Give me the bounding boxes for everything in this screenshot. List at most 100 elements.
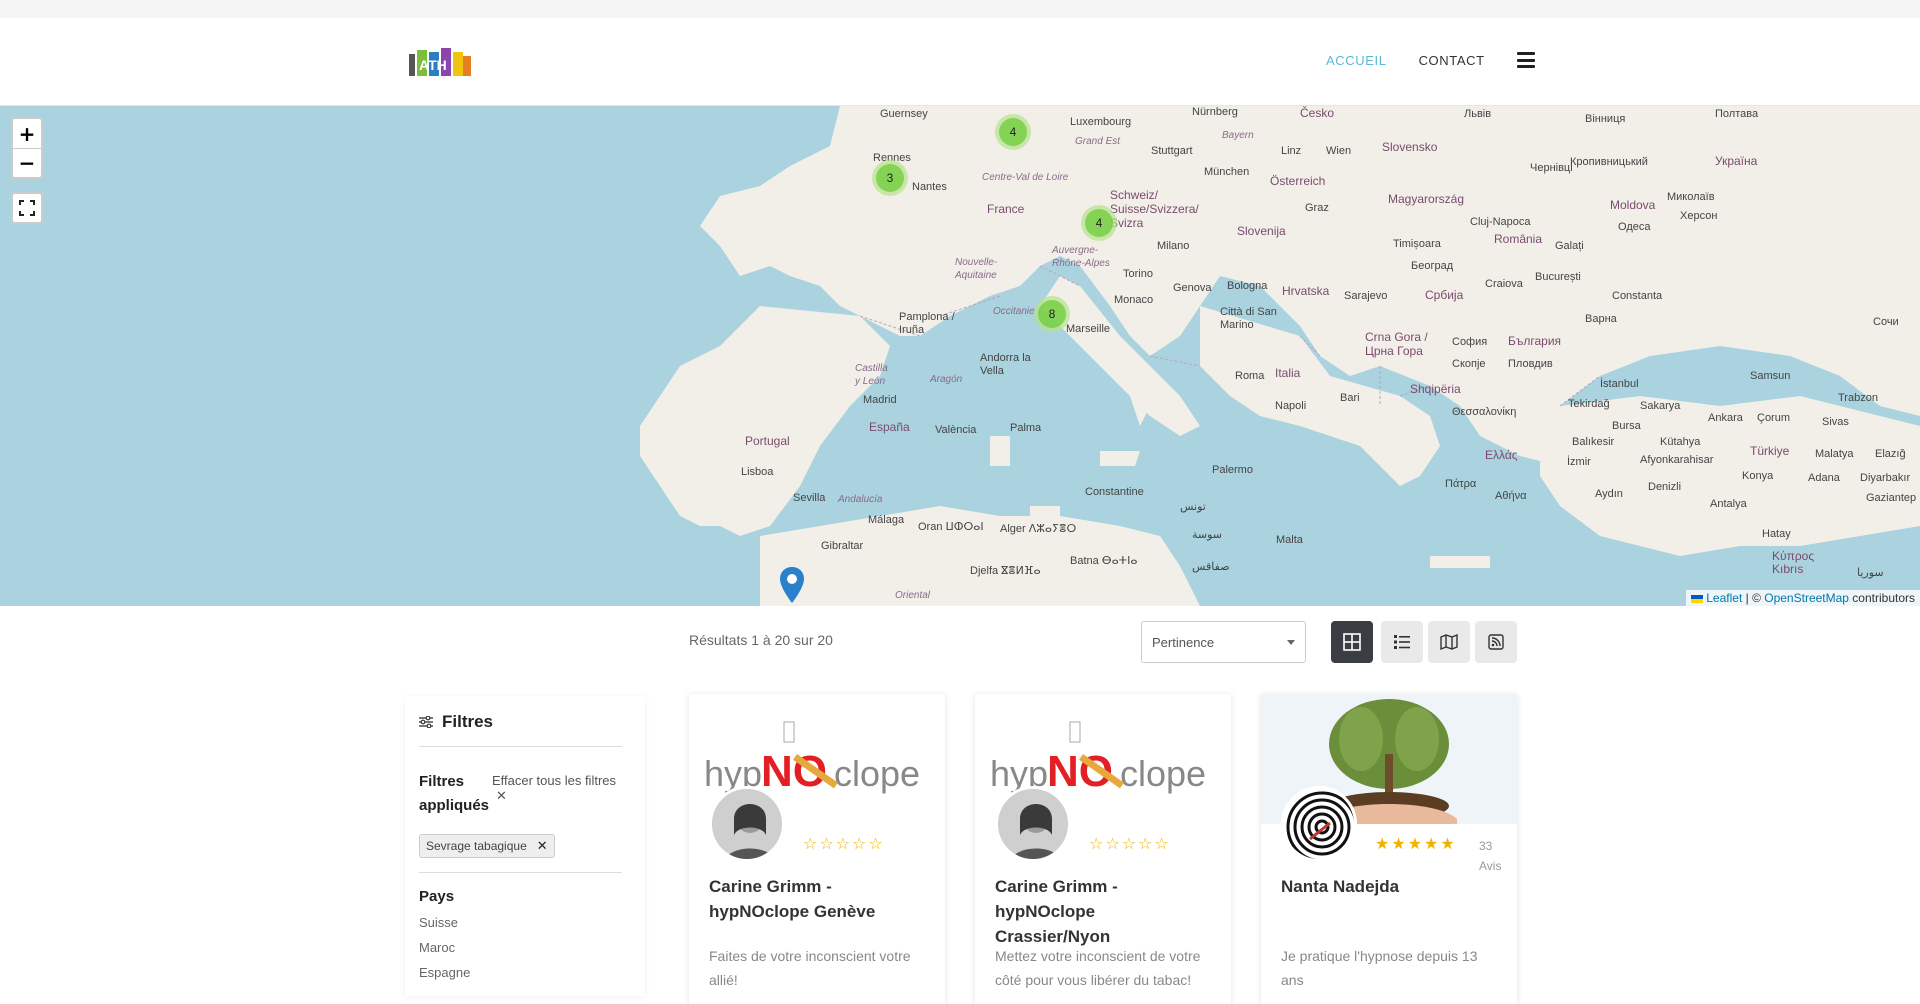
sort-select[interactable]: Pertinence xyxy=(1141,621,1306,663)
map-label: Málaga xyxy=(868,514,905,526)
country-filter-option[interactable]: Maroc xyxy=(419,940,622,955)
map-label: Batna ⴱⴰⵜⵏⴰ xyxy=(1070,555,1138,567)
map-view-button[interactable] xyxy=(1428,621,1470,663)
map-label: Luxembourg xyxy=(1070,116,1132,128)
map-label: Bayern xyxy=(1222,130,1254,141)
grid-view-button[interactable] xyxy=(1331,621,1373,663)
map-label: Полтава xyxy=(1715,108,1759,120)
top-strip xyxy=(0,0,1920,18)
map-label: Wien xyxy=(1326,145,1352,157)
map-label: Чернівці xyxy=(1530,162,1573,174)
results-count: Résultats 1 à 20 sur 20 xyxy=(689,632,833,648)
map-label: Centre-Val de Loire xyxy=(982,172,1069,183)
map-label: Milano xyxy=(1157,240,1190,252)
map-label: Lisboa xyxy=(741,466,774,478)
map-label: Београд xyxy=(1411,260,1454,272)
card-description: Mettez votre inconscient de votre côté p… xyxy=(995,948,1201,988)
map-label: Palma xyxy=(1010,422,1042,434)
map-label: Κύπρος Kıbrıs xyxy=(1772,549,1815,576)
map-label: Пловдив xyxy=(1508,358,1553,370)
card-title[interactable]: Carine Grimm - hypNOclope Genève xyxy=(709,874,925,924)
map-cluster-marker[interactable]: 4 xyxy=(995,114,1031,150)
practitioner-card[interactable]: hyp NO clope ☆☆☆☆☆ Carine Grimm - hypNOc… xyxy=(975,694,1231,1004)
menu-icon[interactable] xyxy=(1516,52,1535,68)
nav-contact-link[interactable]: CONTACT xyxy=(1419,53,1485,68)
map-label: Türkiye xyxy=(1750,444,1790,458)
practitioner-card[interactable]: hyp NO clope ☆☆☆☆☆ Carine Grimm - hypNOc… xyxy=(689,694,945,1004)
avatar xyxy=(995,786,1071,862)
list-icon xyxy=(1394,635,1410,649)
leaflet-link[interactable]: Leaflet xyxy=(1706,591,1742,605)
map-attribution: Leaflet | © OpenStreetMap contributors xyxy=(1685,590,1920,606)
results-map[interactable]: Guernsey Luxembourg Nürnberg Česko Львів… xyxy=(0,106,1920,606)
map-label: Србија xyxy=(1425,288,1464,302)
nav-home-link[interactable]: ACCUEIL xyxy=(1326,53,1387,68)
osm-link[interactable]: OpenStreetMap xyxy=(1764,591,1849,605)
country-filter-option[interactable]: Suisse xyxy=(419,915,622,930)
filters-title: Filtres xyxy=(442,712,494,731)
map-label: Torino xyxy=(1123,268,1153,280)
list-view-button[interactable] xyxy=(1381,621,1423,663)
map-label: София xyxy=(1452,336,1488,348)
clear-all-filters-button[interactable]: Effacer tous les filtres ✕ xyxy=(492,773,622,818)
fullscreen-button[interactable] xyxy=(11,192,43,224)
map-label: Samsun xyxy=(1750,370,1791,382)
avatar xyxy=(709,786,785,862)
remove-filter-icon[interactable]: ✕ xyxy=(537,838,548,854)
map-label: Sarajevo xyxy=(1344,290,1388,302)
map-cluster-marker[interactable]: 4 xyxy=(1081,205,1117,241)
grid-icon xyxy=(1343,633,1361,651)
map-label: Roma xyxy=(1235,370,1265,382)
map-label: Castilla y León xyxy=(855,363,888,387)
svg-text:clope: clope xyxy=(834,753,920,794)
zoom-out-button[interactable]: − xyxy=(13,148,41,177)
review-count: 33 Avis xyxy=(1479,839,1502,873)
map-label: Monaco xyxy=(1114,294,1154,306)
filter-chip-label: Sevrage tabagique xyxy=(426,839,527,853)
map-label: Sakarya xyxy=(1640,400,1681,412)
rss-icon xyxy=(1488,634,1504,650)
map-cluster-marker[interactable]: 3 xyxy=(872,160,908,196)
map-label: Portugal xyxy=(745,434,790,448)
map-cluster-marker[interactable]: 8 xyxy=(1034,296,1070,332)
map-label: Скопје xyxy=(1452,358,1486,370)
map-label: Andorra la Vella xyxy=(980,352,1031,377)
avatar xyxy=(1281,786,1357,862)
map-label: Πάτρα xyxy=(1445,478,1477,490)
map-label: Bologna xyxy=(1227,280,1268,292)
zoom-in-button[interactable]: + xyxy=(13,119,41,148)
rating-stars: ★★★★★ xyxy=(1375,836,1457,853)
fullscreen-icon xyxy=(19,200,35,216)
map-label: Одеса xyxy=(1618,221,1651,233)
practitioner-card[interactable]: ★★★★★ 33 Avis Nanta Nadejda Je pratique … xyxy=(1261,694,1517,1004)
card-title[interactable]: Nanta Nadejda xyxy=(1281,874,1497,899)
filters-header: Filtres xyxy=(419,712,622,747)
map-label: Madrid xyxy=(863,394,897,406)
map-label: București xyxy=(1535,271,1581,283)
zoom-control: + − xyxy=(11,117,43,179)
map-label: Nantes xyxy=(912,181,947,193)
site-logo[interactable]: ATH xyxy=(405,40,475,82)
country-filter-option[interactable]: Espagne xyxy=(419,965,622,980)
map-label: İstanbul xyxy=(1600,378,1639,390)
map-label: Afyonkarahisar xyxy=(1640,454,1714,466)
map-label: Hatay xyxy=(1762,528,1791,540)
map-label: Balıkesir xyxy=(1572,436,1615,448)
rss-view-button[interactable] xyxy=(1475,621,1517,663)
map-label: Варна xyxy=(1585,313,1617,325)
map-label: Gaziantep xyxy=(1866,492,1917,504)
map-label: Andalucía xyxy=(838,494,883,505)
map-label: Constanta xyxy=(1612,290,1663,302)
map-label: Timișoara xyxy=(1393,238,1441,250)
map-label: Grand Est xyxy=(1075,136,1121,147)
map-label: Bari xyxy=(1340,392,1360,404)
map-label: València xyxy=(935,424,977,436)
map-label: Shqipëria xyxy=(1410,382,1461,396)
map-label: Konya xyxy=(1742,470,1774,482)
map-label: Guernsey xyxy=(880,108,928,120)
map-label: Djelfa ⴵⴻⵍⴼⴰ xyxy=(970,565,1041,577)
results-toolbar: Résultats 1 à 20 sur 20 Pertinence xyxy=(0,606,1920,680)
card-title[interactable]: Carine Grimm - hypNOclope Crassier/Nyon xyxy=(995,874,1211,949)
country-filter-title: Pays xyxy=(419,888,455,905)
map-pin-marker[interactable] xyxy=(780,567,804,606)
